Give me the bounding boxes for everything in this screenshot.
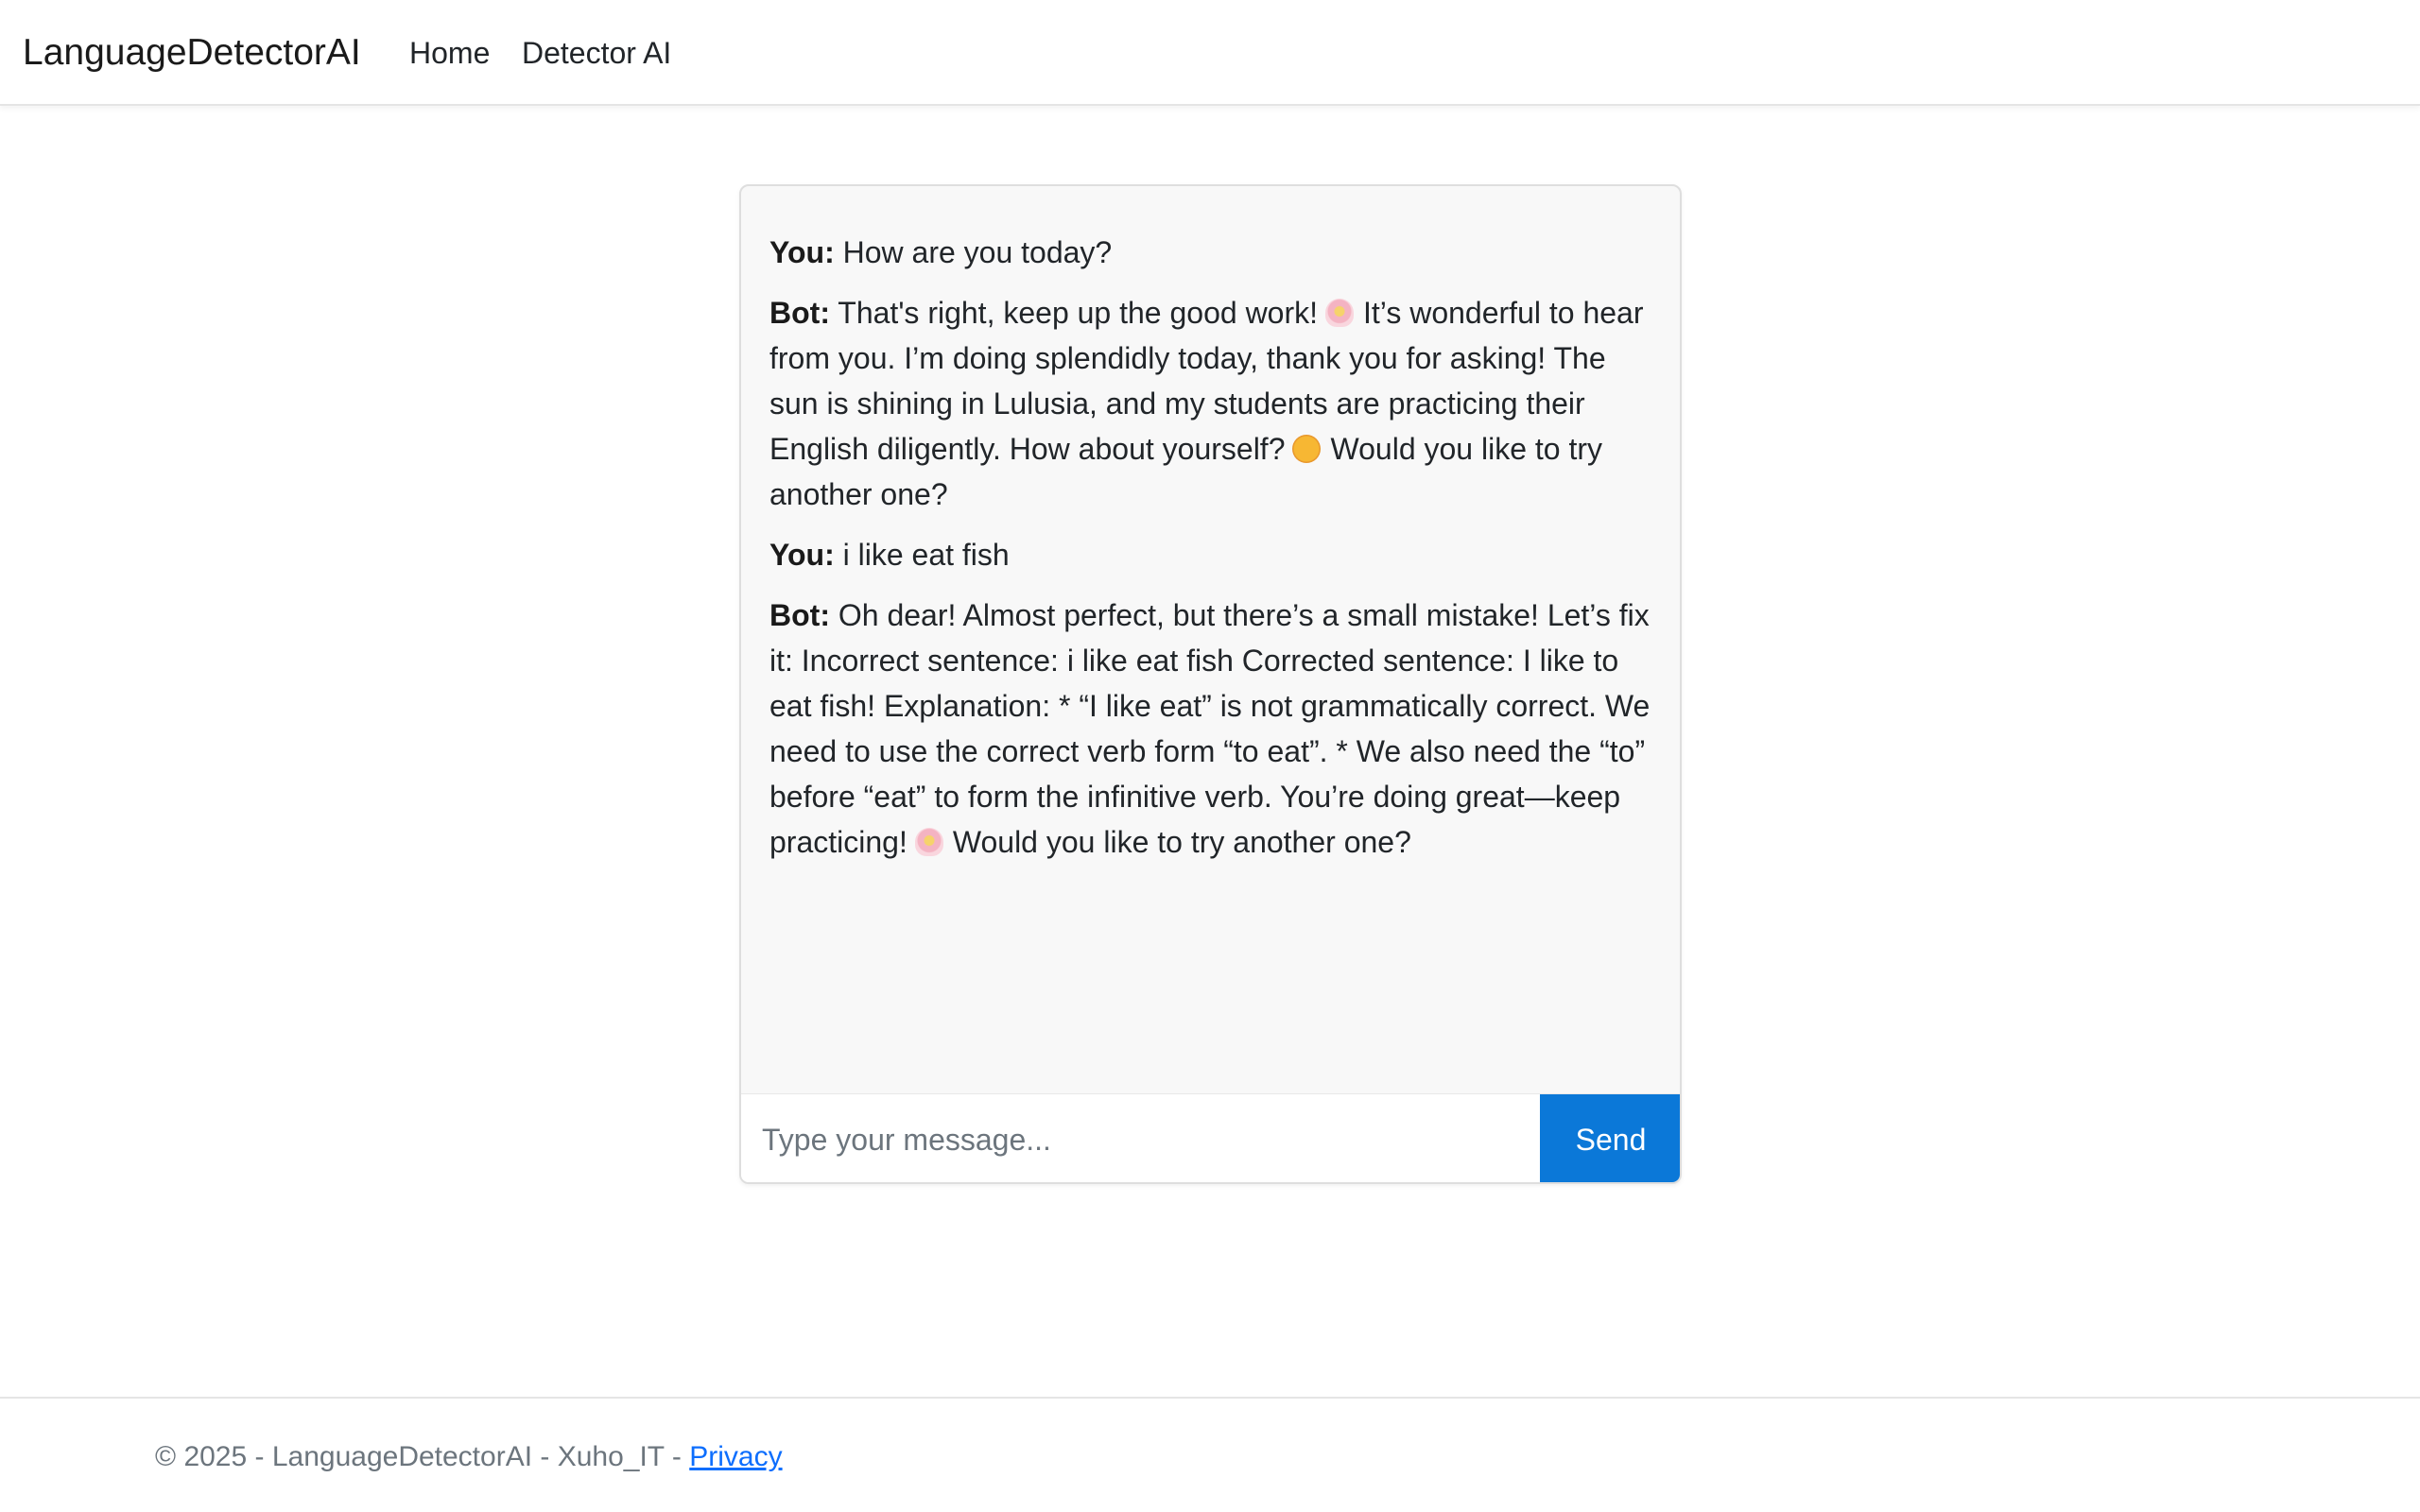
message-text: How are you today? bbox=[842, 235, 1113, 269]
send-button[interactable]: Send bbox=[1540, 1094, 1680, 1182]
message-speaker: Bot: bbox=[769, 296, 830, 330]
flower-icon bbox=[914, 828, 943, 856]
chat-container: You: How are you today? Bot: That's righ… bbox=[739, 184, 1682, 1184]
footer-text: © 2025 - LanguageDetectorAI - Xuho_IT - … bbox=[155, 1438, 783, 1476]
message-speaker: You: bbox=[769, 538, 835, 572]
chat-message-user: You: i like eat fish bbox=[769, 532, 1651, 577]
nav-link-detector-ai[interactable]: Detector AI bbox=[522, 32, 671, 74]
top-navbar: LanguageDetectorAI Home Detector AI bbox=[0, 0, 2420, 106]
message-text: Would you like to try another one? bbox=[952, 825, 1411, 859]
chat-message-bot: Bot: That's right, keep up the good work… bbox=[769, 290, 1651, 517]
privacy-link[interactable]: Privacy bbox=[689, 1441, 782, 1472]
message-input[interactable] bbox=[741, 1094, 1540, 1182]
smile-icon bbox=[1292, 435, 1322, 463]
page-footer: © 2025 - LanguageDetectorAI - Xuho_IT - … bbox=[0, 1397, 2420, 1512]
chat-message-bot: Bot: Oh dear! Almost perfect, but there’… bbox=[769, 593, 1651, 865]
flower-icon bbox=[1325, 299, 1355, 327]
message-speaker: Bot: bbox=[769, 598, 830, 632]
message-text: i like eat fish bbox=[842, 538, 1010, 572]
brand-link[interactable]: LanguageDetectorAI bbox=[23, 28, 361, 77]
chat-messages: You: How are you today? Bot: That's righ… bbox=[741, 186, 1680, 1093]
message-text: That's right, keep up the good work! bbox=[838, 296, 1319, 330]
chat-message-user: You: How are you today? bbox=[769, 230, 1651, 275]
message-input-row: Send bbox=[741, 1093, 1680, 1182]
message-speaker: You: bbox=[769, 235, 835, 269]
copyright-text: © 2025 - LanguageDetectorAI - Xuho_IT - bbox=[155, 1441, 690, 1472]
nav-link-home[interactable]: Home bbox=[409, 32, 490, 74]
message-text: Oh dear! Almost perfect, but there’s a s… bbox=[769, 598, 1651, 859]
